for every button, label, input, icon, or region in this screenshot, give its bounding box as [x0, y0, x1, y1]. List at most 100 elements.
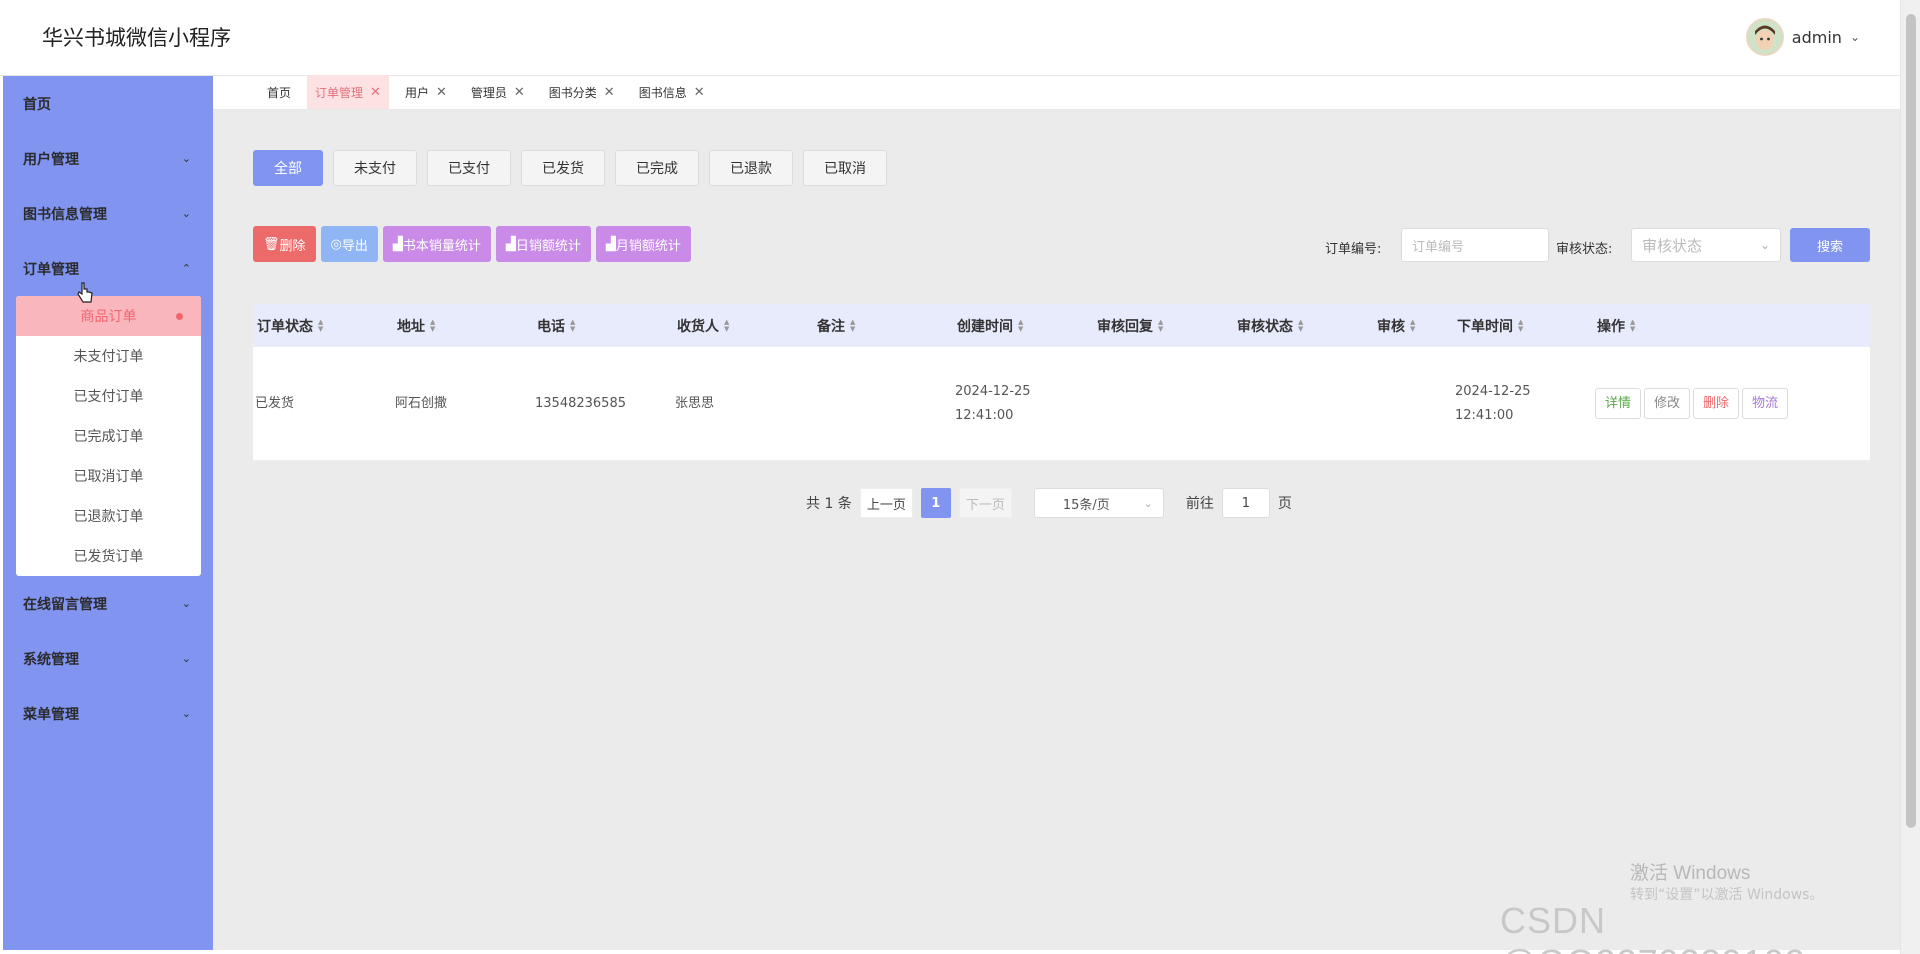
submenu-item-paid-orders[interactable]: 已支付订单: [16, 376, 201, 416]
sidebar-item-order-management[interactable]: 订单管理 ⌃: [3, 241, 213, 296]
status-paid-button[interactable]: 已支付: [427, 150, 511, 186]
user-menu[interactable]: admin ⌄: [1745, 18, 1860, 56]
logistics-button[interactable]: 物流: [1742, 388, 1789, 419]
cell-receiver: 张思思: [675, 395, 715, 411]
action-toolbar: 🗑 删除 ◎ 导出 ▟ 书本销量统计 ▟ 日销额统计 ▟ 月销额统计: [253, 226, 691, 262]
audit-status-select[interactable]: 审核状态 ⌄: [1631, 228, 1781, 262]
sort-icon[interactable]: ▲ ▼: [570, 318, 575, 333]
tab-book-category[interactable]: 图书分类 ✕: [541, 75, 623, 109]
column-header[interactable]: 下单时间 ▲ ▼: [1453, 316, 1593, 336]
edit-button[interactable]: 修改: [1644, 388, 1691, 419]
chevron-down-icon: ⌄: [181, 652, 191, 665]
page-scrollbar[interactable]: [1900, 0, 1920, 954]
status-completed-button[interactable]: 已完成: [615, 150, 699, 186]
submenu-item-label: 未支付订单: [73, 349, 144, 365]
submenu-item-shipped-orders[interactable]: 已发货订单: [16, 536, 201, 576]
sidebar-item-message-management[interactable]: 在线留言管理 ⌄: [3, 576, 213, 631]
sort-icon[interactable]: ▲ ▼: [430, 318, 435, 333]
delete-button-label: 删除: [279, 238, 306, 254]
monthly-sales-stats-button[interactable]: ▟ 月销额统计: [595, 226, 691, 262]
tab-label: 图书信息: [638, 85, 687, 100]
user-name: admin: [1791, 27, 1842, 47]
tab-user[interactable]: 用户 ✕: [397, 75, 455, 109]
export-button[interactable]: ◎ 导出: [320, 226, 378, 262]
sidebar-item-home[interactable]: 首页: [3, 76, 213, 131]
chart-icon: ▟: [505, 236, 516, 252]
detail-button[interactable]: 详情: [1595, 388, 1642, 419]
submenu-item-unpaid-orders[interactable]: 未支付订单: [16, 336, 201, 376]
column-header[interactable]: 地址 ▲ ▼: [393, 316, 533, 336]
goto-page-input[interactable]: 1: [1221, 488, 1270, 518]
close-icon[interactable]: ✕: [370, 85, 381, 100]
prev-page-button[interactable]: 上一页: [859, 488, 913, 518]
order-no-input[interactable]: 订单编号: [1401, 228, 1549, 262]
tab-home[interactable]: 首页: [259, 75, 299, 109]
sort-icon[interactable]: ▲ ▼: [1018, 318, 1023, 333]
submenu-item-completed-orders[interactable]: 已完成订单: [16, 416, 201, 456]
avatar: [1745, 18, 1784, 56]
sidebar-item-book-info-management[interactable]: 图书信息管理 ⌄: [3, 186, 213, 241]
status-cancelled-button[interactable]: 已取消: [803, 150, 887, 186]
close-icon[interactable]: ✕: [436, 85, 447, 100]
submenu-item-refunded-orders[interactable]: 已退款订单: [16, 496, 201, 536]
sidebar-item-label: 菜单管理: [23, 706, 79, 723]
column-header[interactable]: 操作 ▲ ▼: [1593, 316, 1773, 336]
csdn-watermark: CSDN @QQ2279239102: [1500, 900, 1805, 954]
column-header[interactable]: 创建时间 ▲ ▼: [953, 316, 1093, 336]
sort-icon[interactable]: ▲ ▼: [1298, 318, 1303, 333]
column-header[interactable]: 电话 ▲ ▼: [533, 316, 673, 336]
sort-icon[interactable]: ▲ ▼: [318, 318, 323, 333]
sort-icon[interactable]: ▲ ▼: [850, 318, 855, 333]
cell-ops: 详情 修改 删除 物流: [1593, 388, 1833, 419]
column-label: 创建时间: [957, 318, 1013, 335]
column-header[interactable]: 审核回复 ▲ ▼: [1093, 316, 1233, 336]
next-page-button[interactable]: 下一页: [958, 488, 1012, 518]
status-all-button[interactable]: 全部: [253, 150, 323, 186]
sort-icon[interactable]: ▲ ▼: [1518, 318, 1523, 333]
status-shipped-button[interactable]: 已发货: [521, 150, 605, 186]
close-icon[interactable]: ✕: [694, 85, 705, 100]
chevron-down-icon: ⌄: [1143, 496, 1153, 510]
submenu-item-goods-orders[interactable]: 商品订单: [16, 296, 201, 336]
search-button[interactable]: 搜索: [1790, 228, 1870, 262]
sidebar-item-label: 系统管理: [23, 651, 79, 668]
main-content: 全部 未支付 已支付 已发货 已完成 已退款 已取消 🗑 删除 ◎ 导出 ▟ 书本销量…: [213, 110, 1900, 950]
windows-activation-watermark: 激活 Windows: [1630, 863, 1751, 884]
sort-icon[interactable]: ▲ ▼: [1410, 318, 1415, 333]
daily-sales-stats-button[interactable]: ▟ 日销额统计: [495, 226, 591, 262]
row-delete-button[interactable]: 删除: [1693, 388, 1740, 419]
page-size-select[interactable]: 15条/页 ⌄: [1033, 488, 1164, 518]
tab-admin[interactable]: 管理员 ✕: [463, 75, 533, 109]
chevron-down-icon: ⌄: [1849, 30, 1860, 44]
tab-label: 首页: [267, 85, 292, 100]
column-header[interactable]: 收货人 ▲ ▼: [673, 316, 813, 336]
status-unpaid-button[interactable]: 未支付: [333, 150, 417, 186]
cell-created-at: 2024-12-25 12:41:00: [955, 383, 1031, 423]
sidebar-item-user-management[interactable]: 用户管理 ⌄: [3, 131, 213, 186]
tab-label: 用户: [404, 85, 429, 100]
page-number-button[interactable]: 1: [920, 488, 951, 518]
sidebar-item-system-management[interactable]: 系统管理 ⌄: [3, 631, 213, 686]
cell-phone: 13548236585: [535, 395, 626, 411]
tab-order-management[interactable]: 订单管理 ✕: [307, 75, 389, 109]
close-icon[interactable]: ✕: [514, 85, 525, 100]
chart-icon: ▟: [392, 236, 403, 252]
table-row: 已发货 阿石创撒 13548236585 张思思 2024-12-25 12:4…: [253, 347, 1870, 461]
sort-icon[interactable]: ▲ ▼: [1630, 318, 1635, 333]
status-refunded-button[interactable]: 已退款: [709, 150, 793, 186]
sort-icon[interactable]: ▲ ▼: [1158, 318, 1163, 333]
column-header[interactable]: 备注 ▲ ▼: [813, 316, 953, 336]
cell-order-time: 2024-12-25 12:41:00: [1455, 383, 1531, 423]
sidebar-item-menu-management[interactable]: 菜单管理 ⌄: [3, 686, 213, 741]
scrollbar-thumb[interactable]: [1906, 14, 1916, 828]
submenu-item-cancelled-orders[interactable]: 已取消订单: [16, 456, 201, 496]
delete-button[interactable]: 🗑 删除: [253, 226, 316, 262]
column-header[interactable]: 审核 ▲ ▼: [1373, 316, 1453, 336]
close-icon[interactable]: ✕: [604, 85, 615, 100]
column-header[interactable]: 订单状态 ▲ ▼: [253, 316, 393, 336]
book-sales-stats-label: 书本销量统计: [402, 238, 481, 254]
sort-icon[interactable]: ▲ ▼: [724, 318, 729, 333]
book-sales-stats-button[interactable]: ▟ 书本销量统计: [382, 226, 491, 262]
column-header[interactable]: 审核状态 ▲ ▼: [1233, 316, 1373, 336]
tab-book-info[interactable]: 图书信息 ✕: [631, 75, 713, 109]
